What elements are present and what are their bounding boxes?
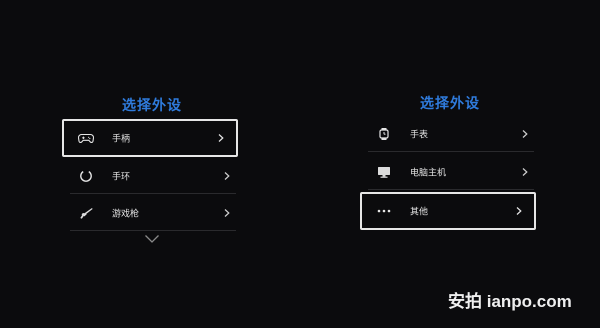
menu-item-gamepad[interactable]: 手柄	[62, 119, 238, 157]
menu-item-watch[interactable]: 手表	[368, 116, 534, 152]
gun-icon	[80, 207, 93, 219]
chevron-right-icon	[224, 208, 230, 217]
panel-title: 选择外设	[122, 98, 182, 114]
menu-item-label: 其他	[410, 207, 429, 218]
ring-band-icon	[80, 170, 92, 182]
menu-item-band[interactable]: 手环	[70, 158, 236, 194]
menu-item-label: 手表	[410, 130, 429, 140]
chevron-right-icon	[516, 207, 522, 215]
chevron-right-icon	[522, 167, 528, 176]
monitor-icon	[378, 166, 390, 178]
more-dots-icon	[377, 209, 391, 213]
menu-item-label: 手柄	[112, 134, 131, 145]
chevron-right-icon	[522, 129, 528, 138]
watermark-logo: 安拍 ianpo.com	[448, 292, 572, 311]
chevron-down-icon[interactable]	[144, 234, 160, 244]
menu-item-pc-host[interactable]: 电脑主机	[368, 154, 534, 190]
menu-item-label: 游戏枪	[112, 209, 140, 219]
menu-item-game-gun[interactable]: 游戏枪	[70, 195, 236, 231]
panel-title: 选择外设	[420, 96, 480, 112]
menu-item-label: 电脑主机	[410, 168, 447, 178]
menu-item-label: 手环	[112, 172, 131, 182]
chevron-right-icon	[224, 171, 230, 180]
watch-icon	[379, 127, 389, 140]
chevron-right-icon	[218, 134, 224, 142]
gamepad-icon	[78, 133, 94, 143]
menu-item-other[interactable]: 其他	[360, 192, 536, 230]
